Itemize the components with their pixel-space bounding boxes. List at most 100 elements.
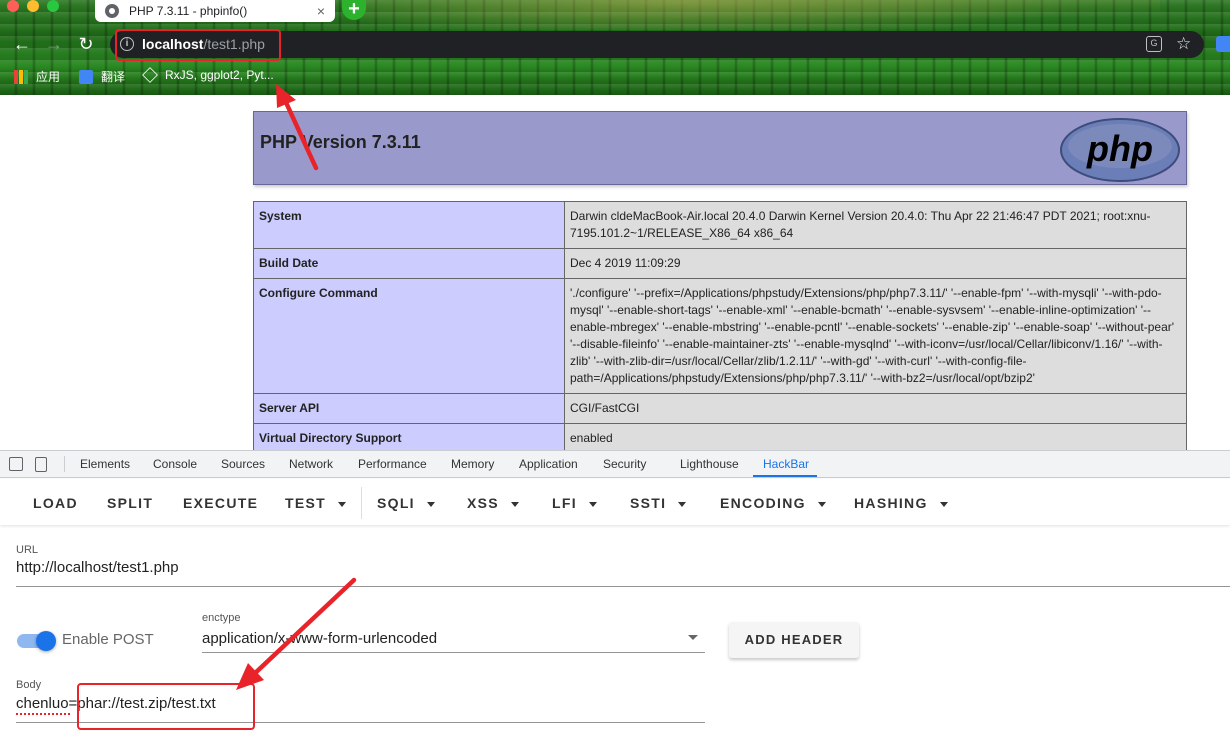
- phpinfo-table: System Darwin cldeMacBook-Air.local 20.4.…: [253, 201, 1187, 450]
- row-key: Build Date: [253, 248, 565, 279]
- row-value: Dec 4 2019 11:09:29: [564, 248, 1187, 279]
- bookmark-translate[interactable]: 翻译: [79, 68, 125, 85]
- row-key: System: [253, 201, 565, 249]
- annotation-highlight-body: [77, 683, 255, 730]
- enable-post-toggle-knob[interactable]: [36, 631, 56, 651]
- row-value: './configure' '--prefix=/Applications/ph…: [564, 278, 1187, 394]
- url-field[interactable]: http://localhost/test1.php: [16, 559, 179, 576]
- button-label: SQLI: [377, 495, 415, 511]
- tab-title: PHP 7.3.11 - phpinfo(): [129, 4, 248, 18]
- forward-arrow-icon[interactable]: →: [43, 33, 65, 55]
- bookmark-site-icon: [142, 67, 158, 83]
- button-label: TEST: [285, 495, 326, 511]
- tab-performance[interactable]: Performance: [358, 457, 427, 471]
- caret-down-icon: [588, 501, 597, 507]
- lfi-menu-button[interactable]: LFI: [552, 495, 597, 511]
- reload-icon[interactable]: ↻: [75, 33, 97, 55]
- php-version-title: PHP Version 7.3.11: [260, 132, 421, 152]
- tab-elements[interactable]: Elements: [80, 457, 130, 471]
- add-header-button[interactable]: ADD HEADER: [729, 622, 859, 658]
- tab-lighthouse[interactable]: Lighthouse: [680, 457, 739, 471]
- tab-application[interactable]: Application: [519, 457, 578, 471]
- body-field-label: Body: [16, 679, 42, 691]
- divider: [361, 487, 362, 519]
- table-row: Build Date Dec 4 2019 11:09:29: [253, 248, 1187, 279]
- row-key: Virtual Directory Support: [253, 423, 565, 450]
- button-label: LOAD: [33, 495, 78, 511]
- caret-down-icon: [817, 501, 826, 507]
- active-tab-indicator: [753, 475, 817, 477]
- hackbar-toolbar: LOAD SPLIT EXECUTE TEST SQLI XSS LFI SST…: [0, 479, 1230, 525]
- enctype-underline: [202, 652, 705, 653]
- caret-down-icon: [678, 501, 687, 507]
- sqli-menu-button[interactable]: SQLI: [377, 495, 435, 511]
- bookmark-apps[interactable]: 应用: [14, 68, 60, 85]
- split-button[interactable]: SPLIT: [107, 495, 153, 511]
- php-logo-text: php: [1086, 128, 1153, 169]
- tab-console[interactable]: Console: [153, 457, 197, 471]
- globe-icon: [105, 4, 119, 18]
- enable-post-label: Enable POST: [62, 631, 154, 648]
- bookmark-label: 应用: [36, 70, 61, 84]
- button-label: LFI: [552, 495, 577, 511]
- minimize-window-icon[interactable]: [27, 0, 39, 12]
- inspect-element-icon[interactable]: [9, 457, 23, 471]
- extension-icon[interactable]: [1216, 36, 1230, 52]
- row-value: Darwin cldeMacBook-Air.local 20.4.0 Darw…: [564, 201, 1187, 249]
- zoom-window-icon[interactable]: [47, 0, 59, 12]
- table-row: Configure Command './configure' '--prefix…: [253, 278, 1187, 394]
- theme-background-image: [360, 0, 1160, 30]
- phpinfo-page: PHP Version 7.3.11 php System Darwin clde…: [0, 95, 1230, 450]
- caret-down-icon: [510, 501, 519, 507]
- google-translate-icon: [79, 69, 93, 84]
- bookmark-label: RxJS, ggplot2, Pyt...: [165, 68, 274, 82]
- button-label: ENCODING: [720, 495, 806, 511]
- close-window-icon[interactable]: [7, 0, 19, 12]
- dropdown-arrow-icon[interactable]: [688, 635, 698, 640]
- table-row: Virtual Directory Support enabled: [253, 423, 1187, 450]
- table-row: Server API CGI/FastCGI: [253, 393, 1187, 424]
- bookmark-rxjs[interactable]: RxJS, ggplot2, Pyt...: [142, 67, 274, 83]
- back-arrow-icon[interactable]: ←: [11, 33, 33, 55]
- button-label: SSTI: [630, 495, 667, 511]
- table-row: System Darwin cldeMacBook-Air.local 20.4.…: [253, 201, 1187, 249]
- translate-icon[interactable]: G: [1146, 36, 1162, 52]
- test-menu-button[interactable]: TEST: [285, 495, 346, 511]
- button-label: XSS: [467, 495, 499, 511]
- caret-down-icon: [426, 501, 435, 507]
- url-field-underline: [16, 586, 1230, 587]
- caret-down-icon: [939, 501, 948, 507]
- tab-network[interactable]: Network: [289, 457, 333, 471]
- button-label: EXECUTE: [183, 495, 259, 511]
- button-label: SPLIT: [107, 495, 154, 511]
- php-logo-icon[interactable]: php: [1060, 118, 1180, 182]
- device-toolbar-icon[interactable]: [35, 457, 47, 472]
- tab-sources[interactable]: Sources: [221, 457, 265, 471]
- tab-security[interactable]: Security: [603, 457, 646, 471]
- bookmark-star-icon[interactable]: ☆: [1176, 34, 1191, 54]
- annotation-highlight-url: [115, 29, 281, 61]
- row-key: Configure Command: [253, 278, 565, 394]
- execute-button[interactable]: EXECUTE: [183, 495, 258, 511]
- spellcheck-underline: [16, 713, 71, 715]
- tab-memory[interactable]: Memory: [451, 457, 494, 471]
- hashing-menu-button[interactable]: HASHING: [854, 495, 948, 511]
- ssti-menu-button[interactable]: SSTI: [630, 495, 687, 511]
- apps-grid-icon: [14, 69, 28, 84]
- browser-tab[interactable]: PHP 7.3.11 - phpinfo() ×: [95, 0, 335, 22]
- devtools-tab-bar: Elements Console Sources Network Perform…: [0, 451, 1230, 478]
- row-value: CGI/FastCGI: [564, 393, 1187, 424]
- xss-menu-button[interactable]: XSS: [467, 495, 519, 511]
- bookmark-label: 翻译: [101, 70, 126, 84]
- divider: [64, 456, 65, 472]
- close-tab-icon[interactable]: ×: [317, 3, 325, 19]
- php-version-header: PHP Version 7.3.11 php: [253, 111, 1187, 185]
- row-value: enabled: [564, 423, 1187, 450]
- tab-hackbar[interactable]: HackBar: [763, 457, 809, 471]
- load-button[interactable]: LOAD: [33, 495, 78, 511]
- caret-down-icon: [337, 501, 346, 507]
- encoding-menu-button[interactable]: ENCODING: [720, 495, 826, 511]
- enctype-select[interactable]: application/x-www-form-urlencoded: [202, 630, 437, 647]
- enctype-label: enctype: [202, 612, 241, 624]
- bookmarks-bar: 应用 翻译 RxJS, ggplot2, Pyt...: [0, 64, 600, 88]
